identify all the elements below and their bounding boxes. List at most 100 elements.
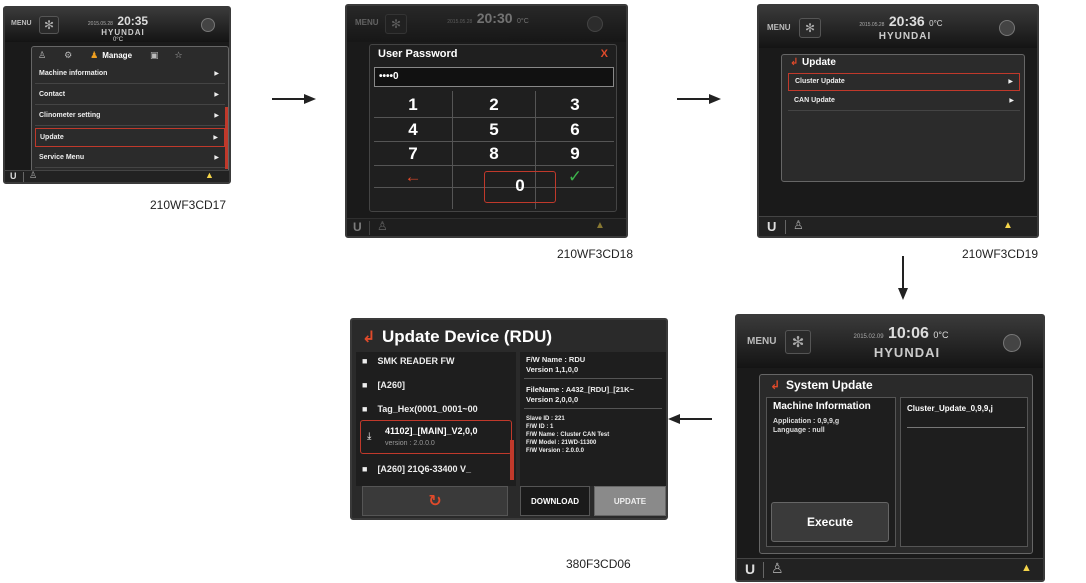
key-8[interactable]: 8 xyxy=(454,144,534,164)
update-popup: ↲ Update Cluster Update ▶ CAN Update ▶ xyxy=(781,54,1025,182)
link-icon[interactable]: ⚙ xyxy=(64,50,72,61)
item-label: SMK READER FW xyxy=(377,356,455,366)
item-label: Service Menu xyxy=(39,154,85,161)
tab-manage[interactable]: Manage xyxy=(102,51,132,60)
figure-caption: 210WF3CD18 xyxy=(557,247,634,261)
time-text: 10:06 xyxy=(888,325,929,342)
key-6[interactable]: 6 xyxy=(536,120,614,140)
chevron-right-icon: ▶ xyxy=(214,113,219,119)
execute-button[interactable]: Execute xyxy=(771,502,889,542)
refresh-icon: ↻ xyxy=(428,493,442,510)
key-5[interactable]: 5 xyxy=(454,120,534,140)
chevron-right-icon: ▶ xyxy=(214,71,219,77)
download-icon: ⤓ xyxy=(367,431,372,442)
arrow-right-icon xyxy=(272,94,316,104)
password-input[interactable]: ••••0 xyxy=(374,67,614,87)
item-label: Contact xyxy=(39,91,66,98)
list-item-service-menu[interactable]: Service Menu ▶ xyxy=(35,149,225,168)
list-item-cluster-update[interactable]: Cluster Update ▶ xyxy=(788,73,1020,91)
list-item-can-update[interactable]: CAN Update ▶ xyxy=(788,93,1020,111)
fw-model: F/W Model : 21WD-11300 xyxy=(526,440,597,446)
settings-icon[interactable] xyxy=(201,18,215,32)
fan-icon[interactable]: ✻ xyxy=(39,16,59,34)
fan-icon[interactable]: ✻ xyxy=(385,14,407,34)
download-label: DOWNLOAD xyxy=(531,496,579,506)
divider xyxy=(785,220,786,234)
turtle-icon: ▲ xyxy=(595,220,605,231)
key-2[interactable]: 2 xyxy=(454,95,534,115)
download-button[interactable]: DOWNLOAD xyxy=(520,486,590,516)
key-4[interactable]: 4 xyxy=(374,120,452,140)
list-item[interactable]: ■ [A260] xyxy=(362,380,512,390)
dialog-title: User Password xyxy=(378,48,458,60)
close-icon[interactable]: X xyxy=(601,48,608,60)
screen-system-update: MENU ✻ 2015.02.09 10:06 0°C HYUNDAI ↲ Sy… xyxy=(735,314,1045,582)
date-text: 2015.05.28 xyxy=(447,19,473,25)
chevron-right-icon: ▶ xyxy=(1009,98,1014,104)
item-label: CAN Update xyxy=(794,97,835,104)
time-text: 20:35 xyxy=(117,14,149,28)
list-item-clinometer-setting[interactable]: Clinometer setting ▶ xyxy=(35,107,225,126)
figure-caption: 380F3CD06 xyxy=(566,557,631,571)
menu-button[interactable]: MENU xyxy=(11,20,32,27)
user-icon[interactable]: ♙ xyxy=(38,50,46,61)
unit-indicator: U xyxy=(10,171,17,181)
item-label: Update xyxy=(40,134,64,141)
fw-version-detail: F/W Version : 2.0.0.0 xyxy=(526,448,585,454)
folder-icon: ■ xyxy=(362,356,368,366)
key-9[interactable]: 9 xyxy=(536,144,614,164)
top-bar: MENU ✻ 2015.05.28 20:35 0°C HYUNDAI xyxy=(5,8,229,43)
panel-title: System Update xyxy=(786,378,873,392)
back-arrow-icon[interactable]: ↲ xyxy=(362,327,375,347)
back-arrow-icon[interactable]: ↲ xyxy=(770,378,780,392)
figure-caption: 210WF3CD19 xyxy=(962,247,1039,261)
key-1[interactable]: 1 xyxy=(374,95,452,115)
divider xyxy=(369,221,370,235)
fan-icon[interactable]: ✻ xyxy=(785,330,811,354)
list-item[interactable]: ■ [A260] 21Q6-33400 V_ xyxy=(362,464,512,474)
file-version: Version 2,0,0,0 xyxy=(526,395,579,404)
list-item-machine-information[interactable]: Machine information ▶ xyxy=(35,65,225,84)
divider xyxy=(524,378,662,379)
back-arrow-icon[interactable]: ↲ xyxy=(790,57,798,68)
confirm-key[interactable]: ✓ xyxy=(536,167,614,187)
date-text: 2015.05.28 xyxy=(87,21,113,27)
settings-icon[interactable] xyxy=(999,20,1015,36)
arrow-right-icon xyxy=(677,94,721,104)
backspace-key[interactable]: ← xyxy=(374,167,452,187)
fw-version: Version 1,1,0,0 xyxy=(526,365,579,374)
key-7[interactable]: 7 xyxy=(374,144,452,164)
list-item-contact[interactable]: Contact ▶ xyxy=(35,86,225,105)
menu-button[interactable]: MENU xyxy=(355,18,379,27)
monitor-icon[interactable]: ▣ xyxy=(150,50,159,61)
menu-button[interactable]: MENU xyxy=(767,23,791,32)
item-label: Tag_Hex(0001_0001~00 xyxy=(377,404,478,414)
divider xyxy=(763,562,764,578)
fan-icon[interactable]: ✻ xyxy=(799,18,821,38)
file-item[interactable]: Cluster_Update_0,9,9,j xyxy=(907,404,1025,428)
list-item-selected[interactable]: ⤓ 41102]_[MAIN]_V2,0,0 version : 2.0.0.0 xyxy=(360,420,512,454)
list-item[interactable]: ■ SMK READER FW xyxy=(362,356,512,366)
time-text: 20:30 xyxy=(476,10,513,26)
settings-icon[interactable] xyxy=(587,16,603,32)
scrollbar[interactable] xyxy=(510,440,514,480)
date-text: 2015.05.28 xyxy=(859,22,885,28)
list-item[interactable]: ■ Tag_Hex(0001_0001~00 xyxy=(362,404,512,414)
star-icon[interactable]: ☆ xyxy=(175,50,183,61)
seat-icon: ♙ xyxy=(29,170,38,180)
folder-icon: ■ xyxy=(362,380,368,390)
manage-popup: ♙ ⚙ ♟ Manage ▣ ☆ Machine information ▶ Co… xyxy=(31,46,229,174)
menu-button[interactable]: MENU xyxy=(747,336,776,347)
unit-indicator: U xyxy=(745,561,756,577)
item-label: Clinometer setting xyxy=(39,112,101,119)
update-button[interactable]: UPDATE xyxy=(594,486,666,516)
date-time-display: 2015.05.28 20:30 0°C xyxy=(443,11,533,27)
refresh-button[interactable]: ↻ xyxy=(362,486,508,516)
scrollbar[interactable] xyxy=(225,107,228,169)
machine-info-section: Machine Information Application : 0,9,9,… xyxy=(766,397,896,547)
key-3[interactable]: 3 xyxy=(536,95,614,115)
settings-icon[interactable] xyxy=(1003,334,1021,352)
list-item-update[interactable]: Update ▶ xyxy=(35,128,225,147)
application-version: Application : 0,9,9,g xyxy=(773,418,840,425)
bottom-bar: U ♙ ▲ xyxy=(5,170,229,182)
